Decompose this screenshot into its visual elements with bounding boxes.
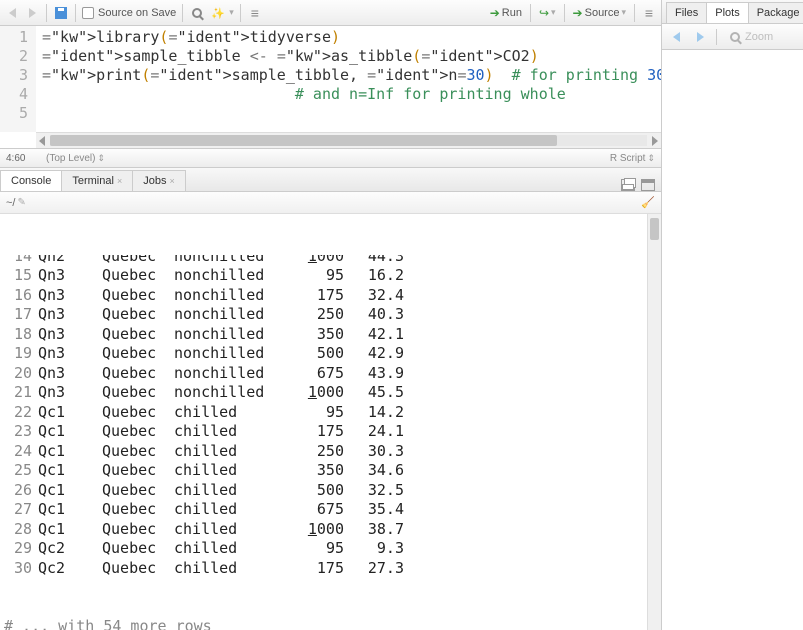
- console-output[interactable]: 14Qn2Quebecnonchilled100044.315Qn3Quebec…: [0, 214, 661, 630]
- plot-next-icon[interactable]: [692, 29, 708, 45]
- right-pane: Files Plots Package Zoom: [662, 0, 803, 630]
- run-arrow-icon: ➔: [490, 6, 500, 20]
- table-row: 15Qn3Quebecnonchilled9516.2: [4, 266, 655, 286]
- run-button[interactable]: ➔ Run: [488, 6, 524, 20]
- table-row: 28Qc1Quebecchilled100038.7: [4, 520, 655, 540]
- table-row: 14Qn2Quebecnonchilled100044.3: [4, 255, 655, 266]
- clear-console-icon[interactable]: [641, 196, 655, 210]
- table-row: 29Qc2Quebecchilled959.3: [4, 539, 655, 559]
- cursor-position: 4:60: [6, 153, 46, 164]
- bottom-tabs: Console Terminal× Jobs×: [0, 168, 661, 192]
- table-row: 18Qn3Quebecnonchilled35042.1: [4, 325, 655, 345]
- code-area[interactable]: ="kw">library(="ident">tidyverse)="ident…: [36, 26, 661, 132]
- close-icon[interactable]: ×: [169, 176, 174, 186]
- pane-minimize-icon[interactable]: [621, 179, 635, 191]
- table-row: 26Qc1Quebecchilled50032.5: [4, 481, 655, 501]
- source-arrow-icon: ➔: [573, 6, 583, 20]
- run-label: Run: [502, 7, 522, 19]
- scope-selector[interactable]: (Top Level): [46, 153, 105, 164]
- table-row: 25Qc1Quebecchilled35034.6: [4, 461, 655, 481]
- tab-packages[interactable]: Package: [748, 2, 803, 23]
- source-on-save-label: Source on Save: [98, 7, 176, 19]
- hscroll-thumb[interactable]: [50, 135, 557, 146]
- find-icon[interactable]: [189, 5, 205, 21]
- rerun-icon: ↪: [539, 6, 549, 20]
- line-gutter: 12345: [0, 26, 36, 132]
- outline-toggle-icon[interactable]: [641, 5, 657, 21]
- console-subbar: ~/ ✎: [0, 192, 661, 214]
- outline-icon[interactable]: [247, 5, 263, 21]
- table-row: 22Qc1Quebecchilled9514.2: [4, 403, 655, 423]
- console-cwd: ~/: [6, 197, 15, 209]
- save-icon[interactable]: [53, 5, 69, 21]
- cwd-dropdown-icon[interactable]: ✎: [17, 197, 25, 208]
- back-icon[interactable]: [4, 5, 20, 21]
- console-more-rows: # ... with 54 more rows: [4, 617, 655, 630]
- left-pane: Source on Save ▾ ➔ Run ↪ ▾ ➔ Source ▾: [0, 0, 662, 630]
- filetype-selector[interactable]: R Script: [610, 153, 655, 164]
- close-icon[interactable]: ×: [117, 176, 122, 186]
- forward-icon[interactable]: [24, 5, 40, 21]
- table-row: 23Qc1Quebecchilled17524.1: [4, 422, 655, 442]
- source-on-save-checkbox[interactable]: [82, 7, 94, 19]
- plot-prev-icon[interactable]: [668, 29, 684, 45]
- table-row: 27Qc1Quebecchilled67535.4: [4, 500, 655, 520]
- tab-console[interactable]: Console: [0, 170, 62, 191]
- tab-plots[interactable]: Plots: [706, 2, 748, 23]
- zoom-button[interactable]: Zoom: [725, 29, 775, 45]
- tab-files[interactable]: Files: [666, 2, 707, 23]
- tab-jobs[interactable]: Jobs×: [132, 170, 186, 191]
- right-tabs: Files Plots Package: [662, 0, 803, 24]
- editor-statusbar: 4:60 (Top Level) R Script: [0, 148, 661, 168]
- code-editor[interactable]: 12345 ="kw">library(="ident">tidyverse)=…: [0, 26, 661, 132]
- rerun-button[interactable]: ↪ ▾: [537, 6, 558, 20]
- pane-maximize-icon[interactable]: [641, 179, 655, 191]
- vscroll-thumb[interactable]: [650, 218, 659, 240]
- table-row: 16Qn3Quebecnonchilled17532.4: [4, 286, 655, 306]
- tab-terminal[interactable]: Terminal×: [61, 170, 133, 191]
- editor-hscrollbar[interactable]: [36, 132, 661, 148]
- table-row: 30Qc2Quebecchilled17527.3: [4, 559, 655, 579]
- editor-toolbar: Source on Save ▾ ➔ Run ↪ ▾ ➔ Source ▾: [0, 0, 661, 26]
- plots-area: [662, 50, 803, 630]
- table-row: 24Qc1Quebecchilled25030.3: [4, 442, 655, 462]
- source-label: Source: [585, 7, 620, 19]
- console-vscrollbar[interactable]: [647, 214, 661, 630]
- plots-toolbar: Zoom: [662, 24, 803, 50]
- app-root: Source on Save ▾ ➔ Run ↪ ▾ ➔ Source ▾: [0, 0, 803, 630]
- table-row: 19Qn3Quebecnonchilled50042.9: [4, 344, 655, 364]
- table-row: 20Qn3Quebecnonchilled67543.9: [4, 364, 655, 384]
- zoom-icon: [727, 29, 743, 45]
- source-button[interactable]: ➔ Source ▾: [571, 6, 628, 20]
- table-row: 17Qn3Quebecnonchilled25040.3: [4, 305, 655, 325]
- wand-icon[interactable]: [209, 5, 225, 21]
- table-row: 21Qn3Quebecnonchilled100045.5: [4, 383, 655, 403]
